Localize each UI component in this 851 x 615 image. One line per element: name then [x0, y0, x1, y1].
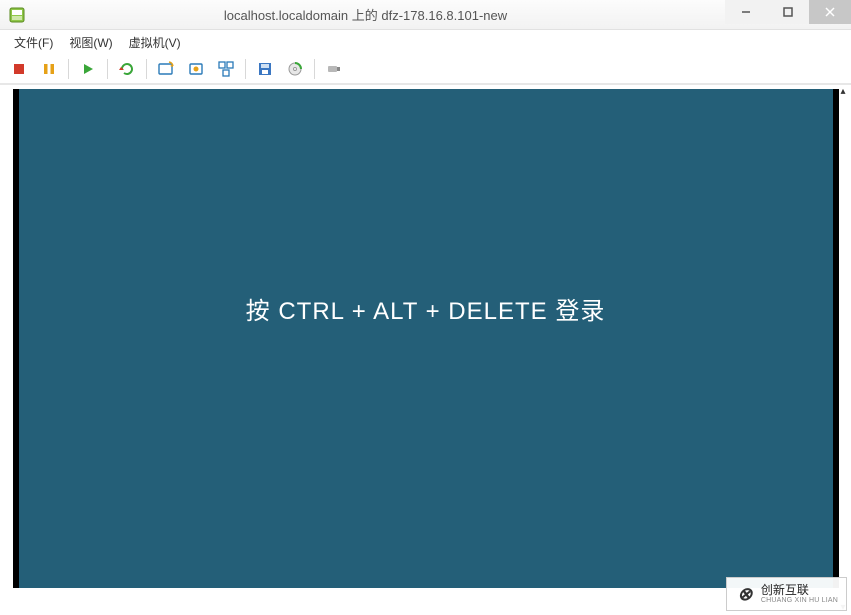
snapshot-take-button[interactable] — [152, 56, 180, 82]
disc-icon — [287, 61, 303, 77]
reset-button[interactable] — [113, 56, 141, 82]
guest-os-screen[interactable]: 按 CTRL + ALT + DELETE 登录 — [19, 89, 833, 588]
pause-icon — [42, 62, 56, 76]
stop-icon — [12, 62, 26, 76]
window-title: localhost.localdomain 上的 dfz-178.16.8.10… — [0, 5, 731, 24]
snapshot-manager-button[interactable] — [212, 56, 240, 82]
menubar: 文件(F) 视图(W) 虚拟机(V) — [0, 30, 851, 54]
watermark-badge: ⊗ 创新互联 CHUANG XIN HU LIAN — [726, 577, 847, 611]
login-prompt: 按 CTRL + ALT + DELETE 登录 — [246, 291, 606, 326]
console-container: 按 CTRL + ALT + DELETE 登录 ▴ ▾ — [0, 84, 851, 615]
toolbar-separator — [245, 59, 246, 79]
close-button[interactable] — [809, 0, 851, 24]
menu-file[interactable]: 文件(F) — [6, 32, 61, 53]
window-controls — [725, 0, 851, 24]
scroll-up-icon: ▴ — [837, 87, 849, 97]
titlebar: localhost.localdomain 上的 dfz-178.16.8.10… — [0, 0, 851, 30]
play-icon — [81, 62, 95, 76]
menu-vm[interactable]: 虚拟机(V) — [121, 32, 189, 53]
pause-button[interactable] — [35, 56, 63, 82]
snapshot-manager-icon — [218, 61, 234, 77]
toolbar-separator — [146, 59, 147, 79]
console-viewport[interactable]: 按 CTRL + ALT + DELETE 登录 — [13, 89, 839, 588]
toolbar-separator — [68, 59, 69, 79]
snapshot-revert-button[interactable] — [182, 56, 210, 82]
watermark-brand-en: CHUANG XIN HU LIAN — [761, 597, 838, 605]
maximize-button[interactable] — [767, 0, 809, 24]
power-off-button[interactable] — [5, 56, 33, 82]
toolbar-separator — [107, 59, 108, 79]
menu-view[interactable]: 视图(W) — [61, 32, 120, 53]
play-button[interactable] — [74, 56, 102, 82]
minimize-button[interactable] — [725, 0, 767, 24]
snapshot-icon — [158, 61, 174, 77]
refresh-cycle-icon — [119, 61, 135, 77]
send-cad-button[interactable] — [320, 56, 348, 82]
toolbar-separator — [314, 59, 315, 79]
cd-dvd-button[interactable] — [281, 56, 309, 82]
watermark-logo: ⊗ — [733, 582, 757, 606]
app-icon — [8, 6, 26, 24]
watermark-brand-cn: 创新互联 — [761, 584, 838, 597]
floppy-icon — [257, 61, 273, 77]
toolbar — [0, 54, 851, 84]
snapshot-revert-icon — [188, 61, 204, 77]
usb-icon — [326, 61, 342, 77]
floppy-button[interactable] — [251, 56, 279, 82]
vertical-scroll-indicator: ▴ ▾ — [837, 85, 849, 615]
